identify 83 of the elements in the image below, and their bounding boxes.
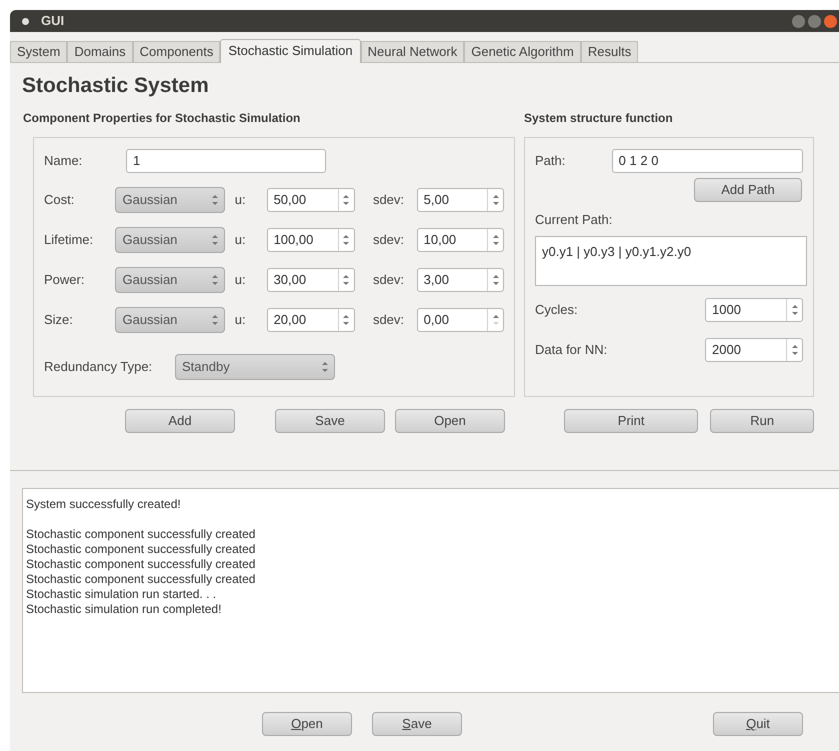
page-heading: Stochastic System	[22, 73, 210, 99]
log-area[interactable]	[22, 488, 839, 693]
close-icon[interactable]	[824, 14, 837, 28]
spin-box[interactable]: 1000	[705, 298, 803, 322]
spin-arrows-icon[interactable]	[343, 274, 350, 286]
spin-box[interactable]: 0,00	[416, 308, 504, 332]
maximize-icon[interactable]	[808, 14, 821, 28]
push-button[interactable]: Run	[710, 409, 814, 433]
spin-arrows-icon[interactable]	[492, 274, 498, 286]
spin-arrows-icon[interactable]	[343, 194, 350, 206]
log-line: Stochastic component successfully created	[26, 542, 256, 557]
spin-box[interactable]: 2000	[705, 338, 803, 362]
log-line: Stochastic component successfully created	[26, 527, 256, 542]
tab[interactable]: Results	[580, 41, 638, 62]
name-field[interactable]: 1	[126, 149, 326, 173]
log-line: Stochastic component successfully created	[26, 557, 256, 572]
spin-box[interactable]: 10,00	[416, 228, 504, 252]
dropdown[interactable]: Standby	[175, 354, 335, 380]
field-label: sdev:	[372, 271, 406, 290]
dropdown-arrows-icon[interactable]	[322, 361, 328, 373]
spin-box[interactable]: 20,00	[266, 308, 355, 332]
tab[interactable]: Components	[132, 41, 220, 62]
field-label: Current Path:	[535, 211, 614, 229]
path-field[interactable]: 0 1 2 0	[612, 149, 803, 173]
dropdown-arrows-icon[interactable]	[212, 194, 218, 206]
tab[interactable]: System	[10, 41, 68, 62]
spin-arrows-icon[interactable]	[492, 234, 498, 246]
field-label: Size:	[44, 311, 74, 330]
dropdown[interactable]: Gaussian	[115, 227, 225, 253]
spin-box[interactable]: 5,00	[416, 188, 504, 212]
dropdown-arrows-icon[interactable]	[212, 274, 218, 286]
push-button[interactable]: Add Path	[694, 178, 802, 202]
spin-box[interactable]: 3,00	[416, 268, 504, 292]
section-title: Component Properties for Stochastic Simulation	[22, 110, 302, 127]
log-line: System successfully created!	[26, 497, 181, 512]
push-button[interactable]: Open	[262, 712, 352, 736]
field-label: Cycles:	[535, 300, 578, 319]
tab[interactable]: Domains	[67, 41, 133, 62]
field-label: u:	[234, 191, 247, 210]
dropdown-arrows-icon[interactable]	[212, 234, 218, 246]
section-title: System structure function	[524, 110, 674, 127]
push-button[interactable]: Save	[275, 409, 385, 433]
push-button[interactable]: Quit	[713, 712, 803, 736]
push-button[interactable]: Add	[125, 409, 235, 433]
current-path-box[interactable]: y0.y1 | y0.y3 | y0.y1.y2.y0	[535, 236, 807, 286]
spin-arrows-icon[interactable]	[792, 344, 798, 356]
spin-box[interactable]: 50,00	[266, 188, 355, 212]
log-line: Stochastic component successfully created	[26, 572, 256, 587]
spin-box[interactable]: 100,00	[266, 228, 355, 252]
push-button[interactable]: Open	[395, 409, 505, 433]
tab[interactable]: Stochastic Simulation	[220, 39, 361, 63]
field-label: sdev:	[372, 191, 406, 210]
tab[interactable]: Neural Network	[360, 41, 464, 62]
spin-arrows-icon[interactable]	[343, 314, 350, 326]
log-line: Stochastic simulation run started. . .	[26, 587, 216, 602]
dropdown[interactable]: Gaussian	[115, 267, 225, 293]
field-label: Power:	[44, 271, 86, 290]
dropdown[interactable]: Gaussian	[115, 187, 225, 213]
field-label: Name:	[44, 152, 84, 170]
push-button[interactable]: Save	[372, 712, 462, 736]
field-label: Path:	[535, 152, 566, 170]
field-label: sdev:	[372, 231, 406, 250]
field-label: sdev:	[372, 311, 406, 330]
field-label: Lifetime:	[44, 231, 94, 250]
minimize-icon[interactable]	[792, 14, 805, 28]
window-menu-icon[interactable]	[22, 18, 29, 24]
log-line: Stochastic simulation run completed!	[26, 602, 222, 617]
field-label: u:	[234, 231, 247, 250]
push-button[interactable]: Print	[564, 409, 698, 433]
field-label: Redundancy Type:	[44, 358, 154, 376]
spin-arrows-icon[interactable]	[492, 194, 498, 206]
field-label: Data for NN:	[535, 340, 608, 359]
field-label: Cost:	[44, 191, 76, 210]
dropdown-arrows-icon[interactable]	[212, 314, 218, 326]
spin-arrows-icon[interactable]	[343, 234, 350, 246]
spin-box[interactable]: 30,00	[266, 268, 355, 292]
window-title: GUI	[41, 12, 64, 30]
spin-arrows-icon[interactable]	[792, 304, 798, 316]
spin-arrows-icon[interactable]	[492, 314, 498, 326]
dropdown[interactable]: Gaussian	[115, 307, 225, 333]
tab[interactable]: Genetic Algorithm	[464, 41, 581, 62]
field-label: u:	[234, 311, 247, 330]
field-label: u:	[234, 271, 247, 290]
